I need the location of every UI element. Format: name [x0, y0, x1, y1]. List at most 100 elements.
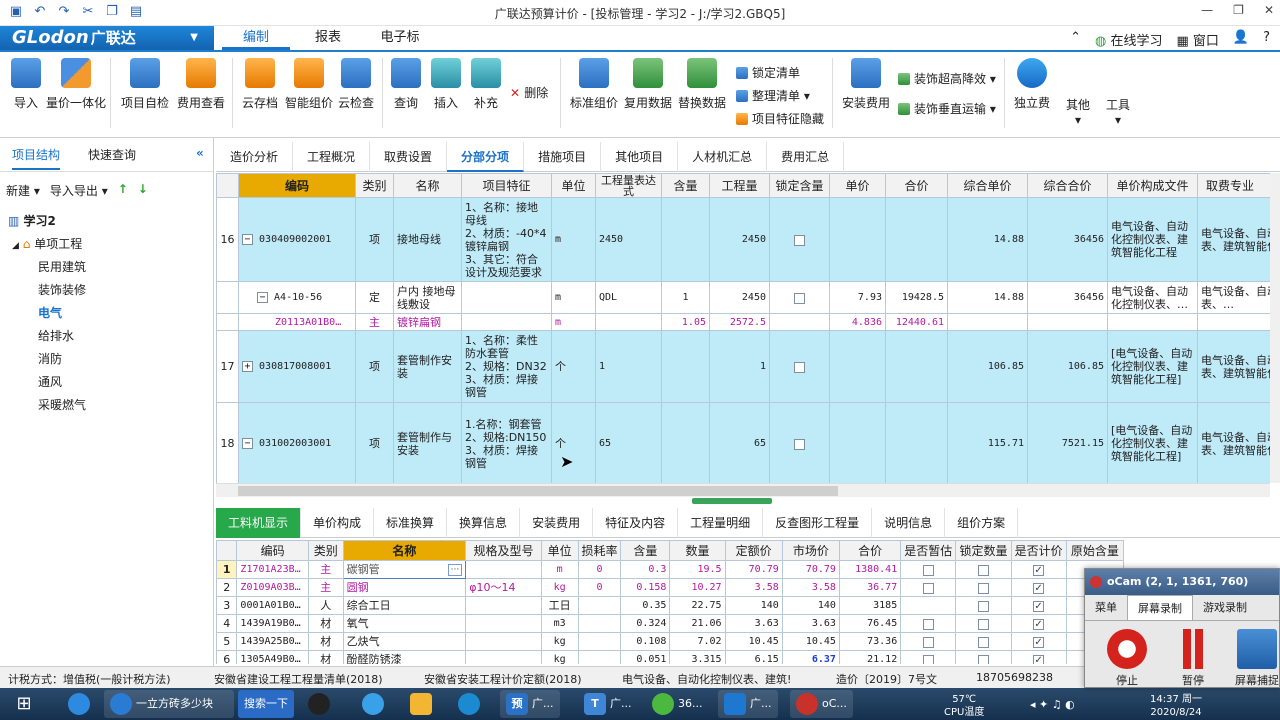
material-loss[interactable]	[577, 596, 622, 615]
taskbar-app-folder[interactable]	[404, 690, 442, 718]
material-total[interactable]: 36.77	[838, 578, 902, 597]
tab-project-structure[interactable]: 项目结构	[12, 146, 61, 170]
replace-data-button[interactable]: 替换数据	[676, 58, 728, 111]
material-unit[interactable]: kg	[540, 578, 579, 597]
table-row[interactable]: Z0113A01B0… 主 镀锌扁钢 m 1.05 2572.5 4.836 1…	[216, 313, 1270, 331]
col-header-total[interactable]: 合价	[885, 173, 948, 198]
taskbar-app-budget[interactable]: 预广...	[500, 690, 560, 718]
item-price-file[interactable]: 电气设备、自动化控制仪表、建筑智能化工程	[1107, 197, 1198, 282]
tray-icons[interactable]: ◂ ✦ ♫ ◐	[1030, 698, 1075, 711]
priced-checkbox[interactable]	[1010, 650, 1067, 664]
tab-cost-analysis[interactable]: 造价分析	[216, 142, 294, 172]
material-spec[interactable]	[465, 560, 542, 579]
vertical-transport-button[interactable]: 装饰垂直运输 ▾	[898, 100, 996, 117]
item-unit[interactable]: 个	[551, 330, 596, 403]
material-loss[interactable]	[577, 650, 622, 664]
item-qty-expr[interactable]: 1	[595, 330, 662, 403]
clock[interactable]: 14:37 周一 2020/8/24	[1150, 693, 1202, 719]
material-unit[interactable]: kg	[540, 632, 579, 651]
smart-price-button[interactable]: 智能组价	[282, 58, 336, 111]
material-total[interactable]: 76.45	[838, 614, 902, 633]
item-price-file[interactable]: 电气设备、自动化控制仪表、…	[1107, 281, 1198, 314]
taskbar-browser[interactable]: 一立方砖多少块	[104, 690, 234, 718]
tab-quantity-details[interactable]: 工程量明细	[678, 508, 764, 538]
col-header-qty-expr[interactable]: 工程量表达式	[595, 173, 662, 198]
scrollbar-thumb[interactable]	[238, 486, 838, 496]
ocam-capture-button[interactable]: 屏幕捕捉	[1229, 629, 1280, 688]
tab-labor-material-summary[interactable]: 人材机汇总	[678, 142, 768, 172]
taskbar-app-360[interactable]	[62, 690, 100, 718]
item-name[interactable]: 套管制作与安装	[393, 402, 462, 483]
material-category[interactable]: 主	[307, 560, 344, 579]
material-market-price[interactable]: 6.37	[781, 650, 840, 664]
start-button[interactable]: ⊞	[4, 690, 44, 718]
material-total[interactable]: 73.36	[838, 632, 902, 651]
item-unit[interactable]: m	[551, 197, 596, 282]
item-comp-price[interactable]: 106.85	[947, 330, 1028, 403]
item-category[interactable]: 主	[355, 313, 394, 331]
restore-button[interactable]: ❐	[1233, 3, 1244, 17]
quantity-price-button[interactable]: 量价一体化	[46, 58, 106, 111]
minimize-button[interactable]: —	[1201, 3, 1213, 17]
item-name[interactable]: 接地母线	[393, 197, 462, 282]
move-up-icon[interactable]: ↑	[118, 182, 128, 199]
item-comp-price[interactable]: 14.88	[947, 281, 1028, 314]
table-row[interactable]: 5 1439A25B0… 材 乙炔气 kg 0.108 7.02 10.45 1…	[216, 632, 1125, 651]
material-unit[interactable]: 工日	[540, 596, 579, 615]
item-qty-expr[interactable]: 2450	[595, 197, 662, 282]
material-name-input[interactable]: 碳钢管 ···	[342, 560, 467, 579]
col-header-market-price[interactable]: 市场价	[781, 540, 840, 561]
item-comp-price[interactable]: 115.71	[947, 402, 1028, 483]
table-row[interactable]: − A4-10-56 定 户内 接地母线敷设 m QDL 1 2450 7.93…	[216, 281, 1270, 314]
tree-item-civil[interactable]: 民用建筑	[0, 256, 212, 279]
item-price[interactable]	[829, 402, 886, 483]
material-code[interactable]: Z1701A23B…	[236, 560, 309, 579]
tab-quick-query[interactable]: 快速查询	[88, 146, 136, 163]
item-name[interactable]: 镀锌扁钢	[393, 313, 462, 331]
item-total[interactable]	[885, 330, 948, 403]
col-header-price[interactable]: 单价	[829, 173, 886, 198]
material-market-price[interactable]: 3.63	[781, 614, 840, 633]
item-content[interactable]	[661, 330, 710, 403]
material-content[interactable]: 0.051	[620, 650, 671, 664]
tab-sub-items[interactable]: 分部分项	[447, 142, 525, 172]
material-code[interactable]: 1439A25B0…	[236, 632, 309, 651]
help-button[interactable]: ?	[1263, 30, 1270, 49]
online-learning-button[interactable]: ◍ 在线学习	[1095, 30, 1163, 49]
material-market-price[interactable]: 3.58	[781, 578, 840, 597]
material-market-price[interactable]: 140	[781, 596, 840, 615]
col-header-spec[interactable]: 规格及型号	[465, 540, 542, 561]
item-category[interactable]: 项	[355, 330, 394, 403]
priced-checkbox[interactable]	[1010, 596, 1067, 615]
table-row[interactable]: 3 0001A01B0… 人 综合工日 工日 0.35 22.75 140 14…	[216, 596, 1125, 615]
ocam-pause-button[interactable]: 暂停	[1165, 629, 1221, 688]
material-content[interactable]: 0.108	[620, 632, 671, 651]
material-spec[interactable]	[465, 632, 542, 651]
col-header-comp-price[interactable]: 综合单价	[947, 173, 1028, 198]
item-category[interactable]: 定	[355, 281, 394, 314]
taskbar-app-t[interactable]: T 广...	[578, 690, 638, 718]
item-code[interactable]: + 030817008001	[238, 330, 356, 403]
item-qty-expr[interactable]	[595, 313, 662, 331]
material-category[interactable]: 材	[307, 650, 344, 664]
tab-measures[interactable]: 措施项目	[524, 142, 602, 172]
col-header-fee-specialty[interactable]: 取费专业	[1197, 173, 1270, 198]
item-content[interactable]	[661, 402, 710, 483]
item-lock-checkbox[interactable]	[769, 330, 830, 403]
col-header-code[interactable]: 编码	[236, 540, 309, 561]
col-header-features[interactable]: 项目特征	[461, 173, 552, 198]
table-row[interactable]: 2 Z0109A03B… 主 圆钢 φ10～14 kg 0 0.158 10.2…	[216, 578, 1125, 597]
priced-checkbox[interactable]	[1010, 578, 1067, 597]
material-content[interactable]: 0.158	[620, 578, 671, 597]
tools-menu-button[interactable]: 工具 ▾	[1092, 96, 1144, 127]
col-header-unit[interactable]: 单位	[540, 540, 579, 561]
taskbar-app-baidu[interactable]	[356, 690, 394, 718]
taskbar-app-glodon[interactable]	[452, 690, 490, 718]
tree-single-project[interactable]: ◢ ⌂ 单项工程	[0, 233, 212, 256]
col-header-category[interactable]: 类别	[355, 173, 394, 198]
tab-project-overview[interactable]: 工程概况	[293, 142, 371, 172]
item-comp-total[interactable]	[1027, 313, 1108, 331]
item-price[interactable]	[829, 330, 886, 403]
col-header-loss[interactable]: 损耗率	[577, 540, 622, 561]
item-fee-specialty[interactable]: 电气设备、自动化控制仪表、…	[1197, 281, 1270, 314]
